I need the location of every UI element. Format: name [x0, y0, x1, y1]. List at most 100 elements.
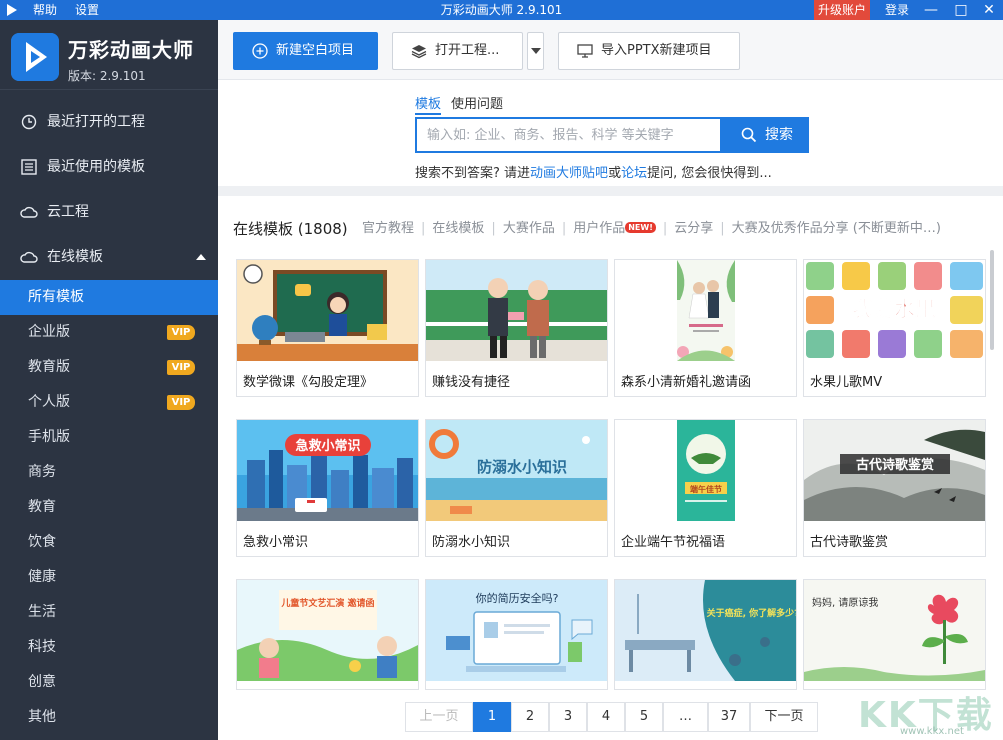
sidebar-item-label: 最近打开的工程	[47, 114, 145, 130]
maximize-button[interactable]: □	[948, 0, 974, 20]
sidebar-item-creative[interactable]: 创意	[0, 665, 218, 700]
template-card[interactable]: 关于癌症, 你了解多少?	[614, 579, 797, 690]
sidebar-item-enterprise[interactable]: 企业版 VIP	[0, 315, 218, 350]
app-logo-icon	[7, 4, 17, 16]
open-project-dropdown[interactable]	[527, 32, 544, 70]
upgrade-account-button[interactable]: 升级账户	[814, 0, 870, 20]
plus-circle-icon	[252, 43, 268, 59]
sidebar-item-business[interactable]: 商务	[0, 455, 218, 490]
forum-link[interactable]: 论坛	[621, 166, 647, 181]
thumbnail-art-text: 儿童节文艺汇演 邀请函	[280, 597, 374, 609]
import-pptx-label: 导入PPTX新建项目	[601, 43, 712, 58]
sidebar-item-tech[interactable]: 科技	[0, 630, 218, 665]
hint-text: 搜索不到答案? 请进	[415, 166, 531, 181]
section-divider	[218, 186, 1003, 196]
page-4[interactable]: 4	[587, 702, 625, 732]
template-card[interactable]: 防溺水小知识 防溺水小知识	[425, 419, 608, 557]
thumbnail-art-text: 我爱水果	[852, 297, 936, 321]
section-title: 在线模板 (1808)	[233, 220, 348, 238]
sidebar-item-recent-templates[interactable]: 最近使用的模板	[0, 145, 218, 190]
brand: 万彩动画大师 版本: 2.9.101	[0, 20, 218, 90]
sidebar-item-all-templates[interactable]: 所有模板	[0, 280, 218, 315]
template-card[interactable]: 儿童节文艺汇演 邀请函	[236, 579, 419, 690]
template-thumbnail: 关于癌症, 你了解多少?	[615, 580, 796, 681]
template-card[interactable]: 数学微课《勾股定理》	[236, 259, 419, 397]
separator: |	[491, 221, 496, 236]
list-icon	[21, 159, 37, 175]
sidebar-item-cloud-projects[interactable]: 云工程	[0, 190, 218, 235]
template-card[interactable]: 古代诗歌鉴赏 古代诗歌鉴赏	[803, 419, 986, 557]
minimize-button[interactable]: —	[918, 0, 944, 20]
template-title: 防溺水小知识	[432, 535, 511, 550]
sidebar-item-life[interactable]: 生活	[0, 595, 218, 630]
tab-templates[interactable]: 模板	[415, 93, 442, 115]
sidebar-item-mobile[interactable]: 手机版	[0, 420, 218, 455]
tab-usage-questions[interactable]: 使用问题	[451, 93, 503, 112]
thumbnail-art-text: 古代诗歌鉴赏	[856, 457, 934, 473]
sidebar-item-health[interactable]: 健康	[0, 560, 218, 595]
title-bar: 帮助 设置 万彩动画大师 2.9.101 升级账户 登录 — □ ✕	[0, 0, 1003, 20]
search-area: 模板 使用问题 搜索 搜索不到答案? 请进动画大师贴吧或论坛提问, 您会很快得到…	[218, 80, 1003, 186]
sidebar-item-personal[interactable]: 个人版 VIP	[0, 385, 218, 420]
template-card[interactable]: 端午佳节 企业端午节祝福语	[614, 419, 797, 557]
template-card[interactable]: 妈妈, 请原谅我	[803, 579, 986, 690]
category-contest-works[interactable]: 大赛作品	[503, 221, 555, 236]
hint-text: 或	[608, 166, 622, 181]
page-2[interactable]: 2	[511, 702, 549, 732]
category-official-tutorials[interactable]: 官方教程	[362, 221, 414, 236]
tieba-link[interactable]: 动画大师贴吧	[530, 166, 608, 181]
category-online-templates[interactable]: 在线模板	[432, 221, 484, 236]
sidebar-item-label: 教育版	[28, 359, 70, 375]
template-card[interactable]: 你的简历安全吗?	[425, 579, 608, 690]
page-3[interactable]: 3	[549, 702, 587, 732]
sidebar-item-other[interactable]: 其他	[0, 700, 218, 735]
page-37[interactable]: 37	[708, 702, 750, 732]
page-1[interactable]: 1	[473, 702, 511, 732]
close-button[interactable]: ✕	[976, 0, 1002, 20]
hint-text: 提问, 您会很快得到...	[647, 166, 772, 181]
category-user-works[interactable]: 用户作品	[573, 221, 625, 236]
thumbnail-art-text: 你的简历安全吗?	[476, 591, 559, 605]
template-title: 数学微课《勾股定理》	[243, 375, 374, 390]
sidebar-item-label: 企业版	[28, 324, 70, 340]
page-5[interactable]: 5	[625, 702, 663, 732]
sidebar-item-education[interactable]: 教育	[0, 490, 218, 525]
template-card[interactable]: 赚钱没有捷径	[425, 259, 608, 397]
separator: |	[421, 221, 426, 236]
thumbnail-art-text: 防溺水小知识	[477, 458, 567, 476]
sidebar-item-education-edition[interactable]: 教育版 VIP	[0, 350, 218, 385]
scrollbar[interactable]	[990, 250, 994, 350]
search-button-label: 搜索	[765, 127, 793, 143]
app-icon	[11, 33, 59, 81]
thumbnail-art-text: 关于癌症, 你了解多少?	[707, 607, 796, 619]
template-card[interactable]: 我爱水果 水果儿歌MV	[803, 259, 986, 397]
template-title: 森系小清新婚礼邀请函	[621, 375, 752, 390]
template-thumbnail: 儿童节文艺汇演 邀请函	[237, 580, 418, 681]
next-page-button[interactable]: 下一页	[750, 702, 818, 732]
separator: |	[720, 221, 725, 236]
category-contest-share[interactable]: 大赛及优秀作品分享 (不断更新中…)	[732, 221, 941, 236]
login-button[interactable]: 登录	[885, 2, 909, 18]
page-ellipsis: …	[663, 702, 708, 732]
import-pptx-button[interactable]: 导入PPTX新建项目	[558, 32, 740, 70]
sidebar-item-online-templates[interactable]: 在线模板	[0, 235, 218, 280]
vip-badge: VIP	[167, 395, 195, 410]
sidebar-item-food[interactable]: 饮食	[0, 525, 218, 560]
new-blank-project-button[interactable]: 新建空白项目	[233, 32, 378, 70]
template-card[interactable]: 森系小清新婚礼邀请函	[614, 259, 797, 397]
new-blank-project-label: 新建空白项目	[276, 43, 355, 58]
template-card[interactable]: 急救小常识 急救小常识	[236, 419, 419, 557]
layers-icon	[411, 45, 427, 59]
search-input[interactable]	[415, 117, 721, 153]
open-project-button[interactable]: 打开工程...	[392, 32, 523, 70]
template-thumbnail: 妈妈, 请原谅我	[804, 580, 985, 681]
sidebar-item-recent-projects[interactable]: 最近打开的工程	[0, 100, 218, 145]
menu-settings[interactable]: 设置	[75, 2, 99, 18]
template-thumbnail: 我爱水果	[804, 260, 985, 361]
menu-help[interactable]: 帮助	[33, 2, 57, 18]
prev-page-button[interactable]: 上一页	[405, 702, 473, 732]
search-button[interactable]: 搜索	[720, 117, 809, 153]
category-cloud-share[interactable]: 云分享	[674, 221, 713, 236]
collapse-caret-icon[interactable]	[196, 254, 206, 260]
watermark-url: www.kkx.net	[900, 726, 964, 737]
